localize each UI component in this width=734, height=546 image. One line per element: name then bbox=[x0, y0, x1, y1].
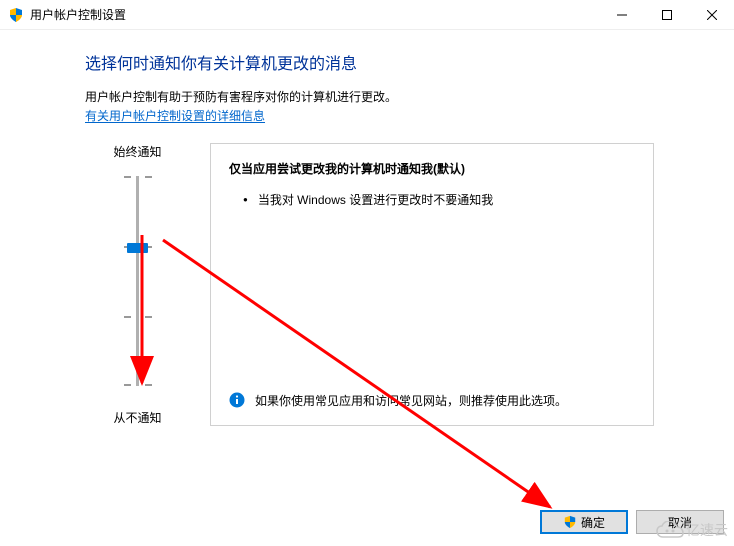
cancel-button-label: 取消 bbox=[668, 514, 692, 531]
slider-section: 始终通知 从不通知 仅当应用尝试更改我的计算机时通知我(默认) 当我对 Wind… bbox=[85, 143, 654, 426]
window-title: 用户帐户控制设置 bbox=[30, 6, 599, 23]
shield-icon bbox=[563, 515, 577, 529]
recommendation-text: 如果你使用常见应用和访问常见网站，则推荐使用此选项。 bbox=[255, 392, 567, 409]
slider-column: 始终通知 从不通知 bbox=[85, 143, 190, 426]
cancel-button[interactable]: 取消 bbox=[636, 510, 724, 534]
page-description: 用户帐户控制有助于预防有害程序对你的计算机进行更改。 bbox=[85, 88, 654, 107]
learn-more-link[interactable]: 有关用户帐户控制设置的详细信息 bbox=[85, 109, 265, 123]
page-heading: 选择何时通知你有关计算机更改的消息 bbox=[85, 50, 654, 74]
close-button[interactable] bbox=[689, 0, 734, 30]
minimize-button[interactable] bbox=[599, 0, 644, 30]
panel-title: 仅当应用尝试更改我的计算机时通知我(默认) bbox=[229, 160, 635, 177]
maximize-button[interactable] bbox=[644, 0, 689, 30]
notification-slider[interactable] bbox=[136, 176, 139, 391]
window-controls bbox=[599, 0, 734, 30]
titlebar: 用户帐户控制设置 bbox=[0, 0, 734, 30]
slider-top-label: 始终通知 bbox=[113, 143, 161, 160]
ok-button[interactable]: 确定 bbox=[540, 510, 628, 534]
dialog-buttons: 确定 取消 bbox=[540, 510, 724, 534]
slider-bottom-label: 从不通知 bbox=[113, 409, 161, 426]
ok-button-label: 确定 bbox=[581, 514, 605, 531]
slider-thumb[interactable] bbox=[127, 243, 148, 253]
uac-shield-icon bbox=[8, 7, 24, 23]
info-icon bbox=[229, 392, 245, 408]
info-panel: 仅当应用尝试更改我的计算机时通知我(默认) 当我对 Windows 设置进行更改… bbox=[210, 143, 654, 426]
content-area: 选择何时通知你有关计算机更改的消息 用户帐户控制有助于预防有害程序对你的计算机进… bbox=[0, 30, 734, 426]
panel-bullet-text: 当我对 Windows 设置进行更改时不要通知我 bbox=[258, 191, 493, 209]
panel-recommendation: 如果你使用常见应用和访问常见网站，则推荐使用此选项。 bbox=[229, 392, 635, 409]
panel-bullet: 当我对 Windows 设置进行更改时不要通知我 bbox=[243, 191, 635, 209]
